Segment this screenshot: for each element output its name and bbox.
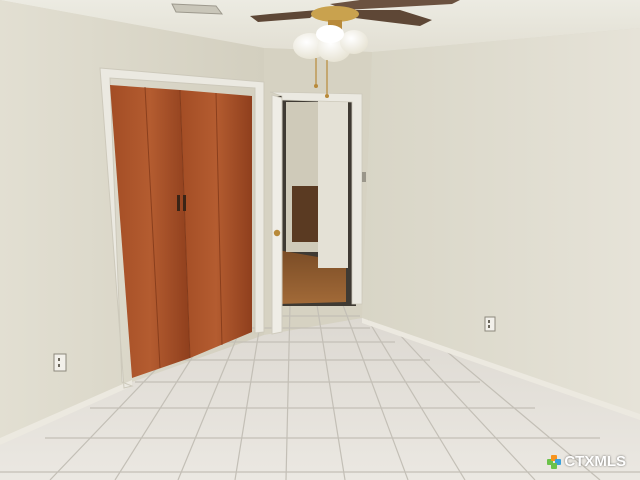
watermark: CTXMLS <box>547 453 626 470</box>
room-photo: CTXMLS <box>0 0 640 480</box>
ceiling-vent <box>171 3 224 15</box>
light-globe <box>340 30 368 54</box>
closet-door-right <box>180 90 252 358</box>
bedroom-door[interactable] <box>271 94 283 335</box>
light-switch[interactable] <box>362 172 366 182</box>
door-knob[interactable] <box>273 229 281 237</box>
watermark-text: CTXMLS <box>564 453 626 470</box>
fan-hub <box>311 6 359 22</box>
light-globe <box>316 25 344 43</box>
hallway-doorframe-far <box>318 100 348 268</box>
closet-handle-left[interactable] <box>177 195 180 211</box>
hallway-cabinet <box>292 186 318 242</box>
ctxmls-logo-icon <box>547 454 562 469</box>
outlet-left <box>53 353 67 372</box>
closet-handle-right[interactable] <box>183 195 186 211</box>
outlet-right <box>484 316 496 332</box>
room-illustration <box>0 0 640 480</box>
